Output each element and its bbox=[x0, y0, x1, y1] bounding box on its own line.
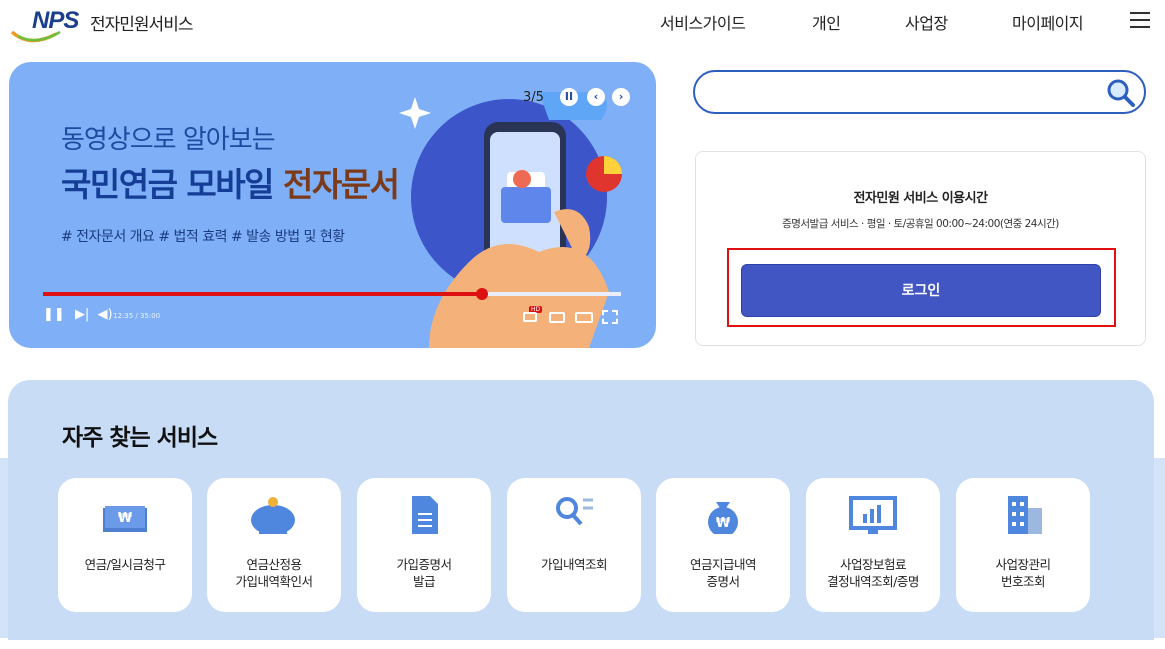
service-card-enrollment-history[interactable]: 가입내역조회 bbox=[507, 478, 641, 612]
service-hours-title: 전자민원 서비스 이용시간 bbox=[853, 191, 988, 206]
menu-icon[interactable] bbox=[1130, 12, 1150, 30]
service-card-label: 연금/일시금청구 bbox=[84, 557, 166, 572]
banner-title-main: 국민연금 모바일 bbox=[61, 165, 283, 204]
search-input[interactable] bbox=[711, 80, 1091, 104]
chevron-right-icon[interactable]: › bbox=[612, 88, 630, 106]
svg-text:₩: ₩ bbox=[716, 516, 731, 531]
nav-personal[interactable]: 개인 bbox=[812, 10, 841, 34]
player-controls: ❚❚ ▶| ◀) bbox=[43, 307, 113, 322]
nps-logo[interactable]: NPS 전자민원서비스 bbox=[10, 4, 220, 44]
site-header: NPS 전자민원서비스 서비스가이드 개인 사업장 마이페이지 bbox=[0, 0, 1165, 44]
monitor-chart-icon bbox=[849, 496, 897, 534]
building-icon bbox=[1008, 496, 1042, 534]
service-card-label: 사업장관리 번호조회 bbox=[995, 557, 1051, 589]
banner-title: 국민연금 모바일 전자문서 bbox=[61, 158, 400, 206]
money-bag-icon: ₩ bbox=[708, 502, 738, 534]
service-card-business-number[interactable]: 사업장관리 번호조회 bbox=[956, 478, 1090, 612]
theater-mode-icon[interactable] bbox=[575, 312, 593, 323]
chevron-left-icon[interactable]: ‹ bbox=[587, 88, 605, 106]
next-icon[interactable]: ▶| bbox=[75, 307, 89, 322]
banner-tags: # 전자문서 개요 # 법적 효력 # 발송 방법 및 현황 bbox=[61, 229, 345, 245]
slide-counter: 3/5 bbox=[523, 90, 544, 105]
login-panel: 전자민원 서비스 이용시간 증명서발급 서비스 · 평일 · 토/공휴일 00:… bbox=[695, 151, 1146, 346]
nav-service-guide[interactable]: 서비스가이드 bbox=[660, 10, 746, 34]
search-list-icon bbox=[556, 497, 593, 526]
document-icon bbox=[412, 496, 438, 534]
nav-business[interactable]: 사업장 bbox=[905, 10, 948, 34]
piggy-bank-icon bbox=[251, 497, 295, 534]
login-button[interactable]: 로그인 bbox=[741, 264, 1101, 317]
service-card-label: 사업장보험료 결정내역조회/증명 bbox=[827, 557, 919, 589]
video-progress-fill bbox=[43, 292, 483, 296]
logo-mark: NPS bbox=[32, 7, 79, 34]
pause-icon[interactable]: II bbox=[560, 88, 578, 106]
search-icon[interactable] bbox=[1105, 77, 1137, 109]
fullscreen-icon[interactable] bbox=[602, 310, 618, 324]
miniplayer-icon[interactable] bbox=[549, 312, 565, 323]
settings-icon[interactable] bbox=[523, 312, 537, 322]
video-progress-bar[interactable] bbox=[43, 288, 621, 300]
video-time: 12:35 / 35:00 bbox=[113, 312, 161, 320]
won-card-icon: ₩ bbox=[103, 506, 147, 532]
search-box bbox=[693, 70, 1146, 114]
service-card-label: 연금지급내역 증명서 bbox=[689, 557, 757, 589]
service-hours-description: 증명서발급 서비스 · 평일 · 토/공휴일 00:00~24:00(연중 24… bbox=[782, 218, 1059, 230]
service-card-payment-history-cert[interactable]: ₩ 연금지급내역 증명서 bbox=[656, 478, 790, 612]
site-title: 전자민원서비스 bbox=[90, 15, 193, 35]
service-card-enrollment-certificate[interactable]: 가입증명서 발급 bbox=[357, 478, 491, 612]
banner-subtitle: 동영상으로 알아보는 bbox=[61, 125, 276, 155]
service-card-label: 가입내역조회 bbox=[540, 557, 608, 572]
nav-mypage[interactable]: 마이페이지 bbox=[1012, 10, 1084, 34]
video-banner[interactable]: 동영상으로 알아보는 국민연금 모바일 전자문서 # 전자문서 개요 # 법적 … bbox=[9, 62, 656, 348]
service-card-business-premium[interactable]: 사업장보험료 결정내역조회/증명 bbox=[806, 478, 940, 612]
service-card-enrollment-history-cert[interactable]: 연금산정용 가입내역확인서 bbox=[207, 478, 341, 612]
service-card-pension-claim[interactable]: ₩ 연금/일시금청구 bbox=[58, 478, 192, 612]
service-card-label: 가입증명서 발급 bbox=[396, 557, 452, 589]
play-pause-icon[interactable]: ❚❚ bbox=[43, 307, 65, 322]
volume-icon[interactable]: ◀) bbox=[97, 307, 112, 322]
favorites-title: 자주 찾는 서비스 bbox=[62, 425, 218, 451]
banner-title-highlight: 전자문서 bbox=[283, 165, 400, 204]
service-card-label: 연금산정용 가입내역확인서 bbox=[235, 557, 313, 589]
svg-text:₩: ₩ bbox=[118, 511, 133, 526]
